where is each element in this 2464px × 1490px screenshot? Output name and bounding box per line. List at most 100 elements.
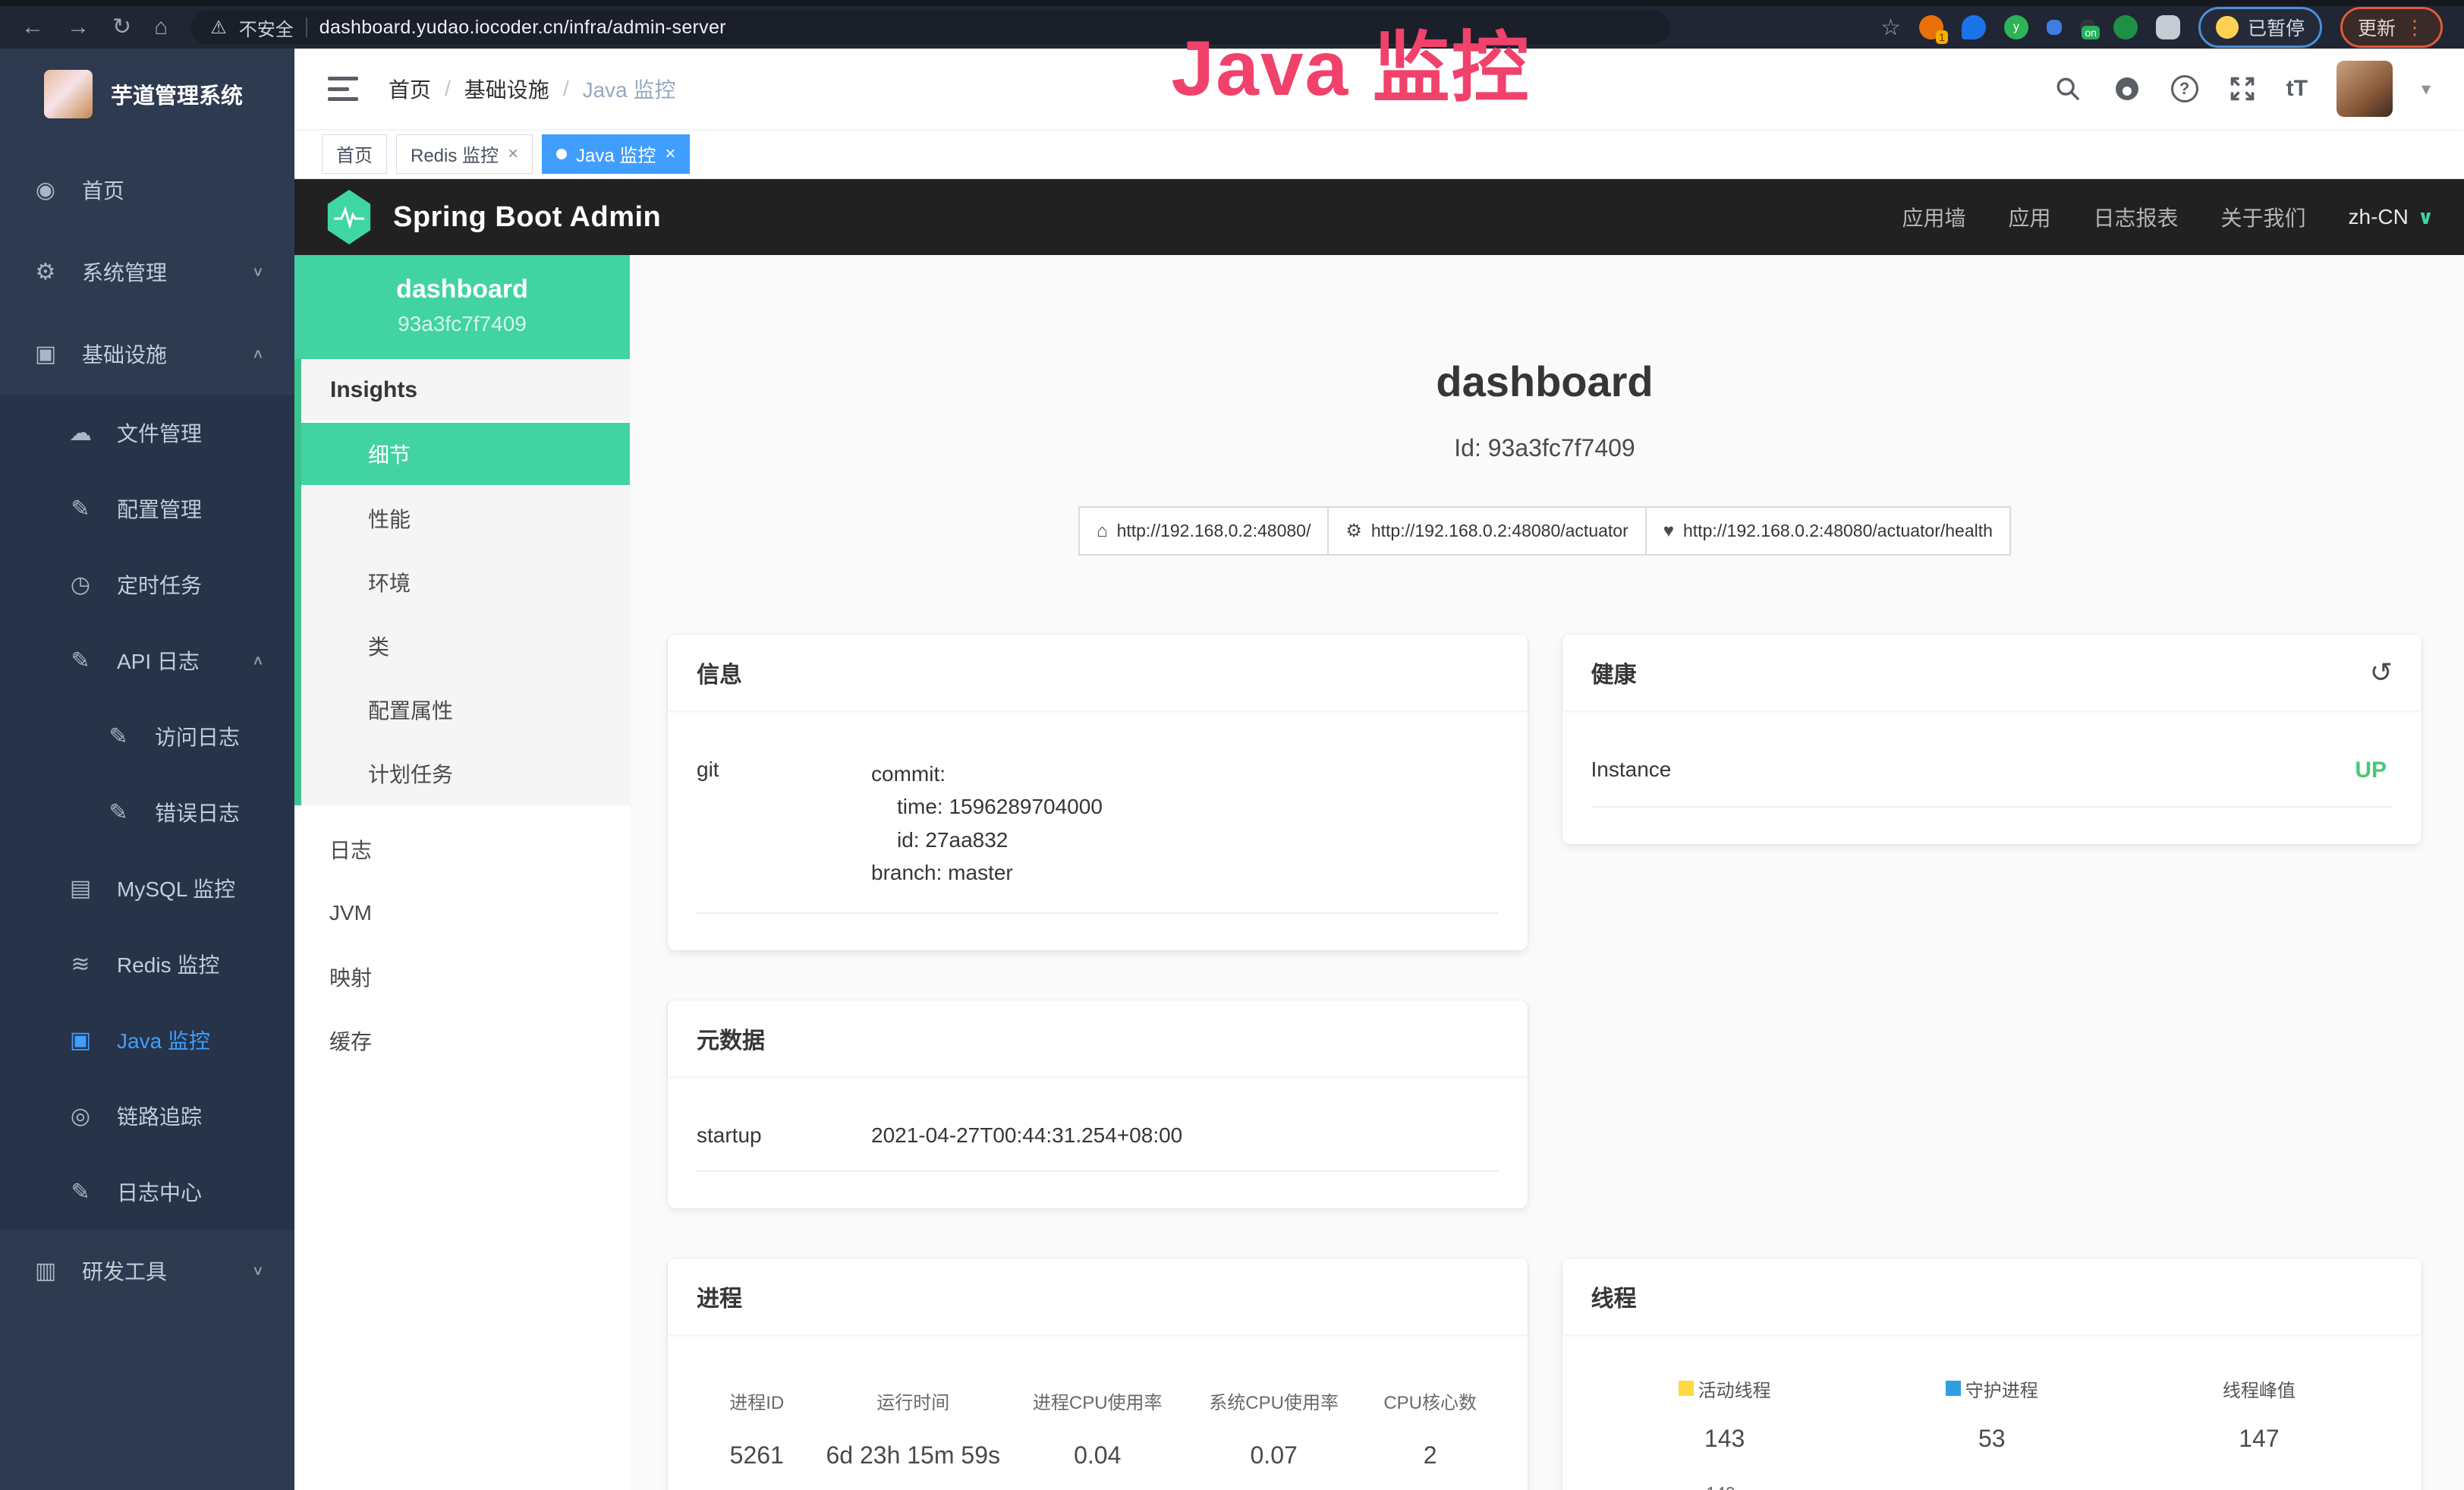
service-url-button[interactable]: ⌂ http://192.168.0.2:48080/ [1078, 506, 1329, 556]
sba-menu-scheduled-tasks[interactable]: 计划任务 [301, 742, 630, 805]
back-icon[interactable]: ← [21, 16, 44, 39]
health-url: http://192.168.0.2:48080/actuator/health [1683, 521, 1993, 541]
browser-home-icon[interactable]: ⌂ [154, 16, 168, 39]
sidebar-item-api-log[interactable]: ✎ API 日志 ∧ [0, 622, 294, 698]
sba-locale-select[interactable]: zh-CN ∨ [2349, 205, 2434, 229]
breadcrumb-infra[interactable]: 基础设施 [464, 74, 549, 104]
url-text[interactable]: dashboard.yudao.iocoder.cn/infra/admin-s… [319, 17, 726, 39]
sidebar-item-label: 日志中心 [117, 1177, 202, 1207]
tags-view: 首页 Redis 监控 × Java 监控 × [294, 129, 2464, 179]
sidebar-item-jobs[interactable]: ◷ 定时任务 [0, 547, 294, 622]
daemon-threads-label: 守护进程 [1965, 1375, 2038, 1402]
extension-leaf-icon[interactable] [2113, 15, 2138, 39]
profile-paused-chip[interactable]: 已暂停 [2198, 7, 2322, 48]
sba-menu-logfile[interactable]: 日志 [294, 817, 630, 881]
sidebar-item-tracing[interactable]: ◎ 链路追踪 [0, 1078, 294, 1154]
forward-icon[interactable]: → [67, 16, 90, 39]
tab-label: Java 监控 [576, 140, 656, 167]
sba-menu-environment[interactable]: 环境 [301, 550, 630, 614]
sidebar-item-redis[interactable]: ≋ Redis 监控 [0, 926, 294, 1002]
log-icon: ✎ [105, 723, 132, 750]
health-url-button[interactable]: ♥ http://192.168.0.2:48080/actuator/heal… [1647, 506, 2011, 556]
github-icon[interactable] [2112, 74, 2142, 104]
sidebar-item-system[interactable]: ⚙ 系统管理 ∨ [0, 231, 294, 313]
paused-label: 已暂停 [2248, 14, 2305, 41]
sba-menu-classes[interactable]: 类 [301, 614, 630, 678]
clipboard-icon: ▥ [32, 1258, 59, 1284]
tab-label: 首页 [336, 140, 373, 167]
close-icon[interactable]: × [665, 143, 675, 165]
browser-menu-icon[interactable]: ⋮ [2405, 16, 2425, 39]
breadcrumb-current: Java 监控 [583, 74, 676, 104]
sidebar-item-java[interactable]: ▣ Java 监控 [0, 1002, 294, 1078]
process-cores: 2 [1362, 1422, 1499, 1477]
admin-navbar: 首页 / 基础设施 / Java 监控 ? [294, 49, 2464, 129]
address-bar[interactable]: ⚠ 不安全 dashboard.yudao.iocoder.cn/infra/a… [190, 11, 1670, 44]
sba-menu-caches[interactable]: 缓存 [294, 1009, 630, 1073]
extension-pin-icon[interactable] [1962, 15, 1986, 39]
sidebar-item-error-log[interactable]: ✎ 错误日志 [0, 774, 294, 850]
fullscreen-icon[interactable] [2227, 74, 2258, 104]
font-size-icon[interactable]: tT [2286, 76, 2308, 102]
instance-header: dashboard 93a3fc7f7409 [294, 255, 630, 359]
sba-menu-metrics[interactable]: 性能 [301, 487, 630, 550]
sidebar-item-label: 访问日志 [155, 721, 240, 751]
chevron-up-icon: ∧ [252, 346, 264, 362]
health-key: Instance [1591, 758, 1672, 783]
sidebar-item-label: 基础设施 [82, 339, 167, 369]
history-icon[interactable]: ↺ [2370, 657, 2393, 688]
sba-content: dashboard Id: 93a3fc7f7409 ⌂ http://192.… [630, 255, 2464, 1490]
extension-y-icon[interactable]: y [2004, 15, 2028, 39]
extension-grid-icon[interactable] [2047, 20, 2062, 35]
breadcrumb: 首页 / 基础设施 / Java 监控 [389, 74, 676, 104]
sba-nav-about[interactable]: 关于我们 [2221, 202, 2306, 232]
sba-nav-applications[interactable]: 应用 [2008, 202, 2050, 232]
sba-title[interactable]: Spring Boot Admin [393, 201, 661, 234]
security-label[interactable]: 不安全 [239, 14, 294, 41]
chevron-down-icon: ∨ [2418, 206, 2434, 229]
sba-menu-jvm[interactable]: JVM [294, 881, 630, 945]
sidebar-item-devtools[interactable]: ▥ 研发工具 ∨ [0, 1230, 294, 1312]
sidebar-item-infra[interactable]: ▣ 基础设施 ∧ [0, 313, 294, 395]
sidebar-item-config[interactable]: ✎ 配置管理 [0, 471, 294, 547]
app-brand[interactable]: 芋道管理系统 [0, 49, 294, 149]
sba-menu-details[interactable]: 细节 [301, 423, 630, 487]
extension-orange-icon[interactable]: 1 [1919, 15, 1943, 39]
layers-icon: ≋ [67, 951, 94, 978]
extension-on-icon[interactable]: on [2080, 20, 2095, 35]
update-button[interactable]: 更新 ⋮ [2340, 7, 2443, 48]
spring-boot-admin-logo[interactable] [325, 190, 373, 244]
sidebar-item-access-log[interactable]: ✎ 访问日志 [0, 698, 294, 774]
extensions-puzzle-icon[interactable] [2156, 15, 2180, 39]
sba-nav-journal[interactable]: 日志报表 [2094, 202, 2179, 232]
breadcrumb-home[interactable]: 首页 [389, 74, 431, 104]
actuator-url-button[interactable]: ⚙ http://192.168.0.2:48080/actuator [1329, 506, 1646, 556]
bookmark-star-icon[interactable]: ☆ [1880, 14, 1901, 41]
tab-home[interactable]: 首页 [322, 134, 387, 174]
sba-menu-config-props[interactable]: 配置属性 [301, 678, 630, 742]
hamburger-icon[interactable] [328, 77, 358, 101]
breadcrumb-separator: / [563, 77, 569, 101]
sba-nav-wallboard[interactable]: 应用墙 [1902, 202, 1965, 232]
reload-icon[interactable]: ↻ [112, 16, 131, 39]
sidebar-item-log-center[interactable]: ✎ 日志中心 [0, 1154, 294, 1230]
process-card: 进程 进程ID 运行时间 进程CPU使用率 系统CPU使用率 CPU核心数 [668, 1258, 1528, 1490]
process-proc-cpu: 0.04 [1009, 1422, 1185, 1477]
help-icon[interactable]: ? [2171, 75, 2198, 102]
tab-java[interactable]: Java 监控 × [542, 134, 690, 174]
tab-redis[interactable]: Redis 监控 × [396, 134, 533, 174]
instance-id: 93a3fc7f7409 [302, 312, 622, 336]
search-icon[interactable] [2053, 74, 2083, 104]
user-avatar[interactable] [2337, 61, 2393, 117]
sidebar-item-files[interactable]: ☁ 文件管理 [0, 395, 294, 471]
sidebar-item-mysql[interactable]: ▤ MySQL 监控 [0, 850, 294, 926]
close-icon[interactable]: × [508, 143, 518, 165]
sidebar-item-home[interactable]: ◉ 首页 [0, 149, 294, 231]
sidebar-item-label: 文件管理 [117, 417, 202, 448]
edit-icon: ✎ [67, 496, 94, 522]
wrench-icon: ⚙ [1345, 520, 1362, 542]
sba-menu-mappings[interactable]: 映射 [294, 945, 630, 1009]
user-menu-caret-icon[interactable]: ▾ [2422, 78, 2431, 100]
info-key: git [697, 758, 871, 890]
live-threads-label: 活动线程 [1698, 1375, 1771, 1402]
